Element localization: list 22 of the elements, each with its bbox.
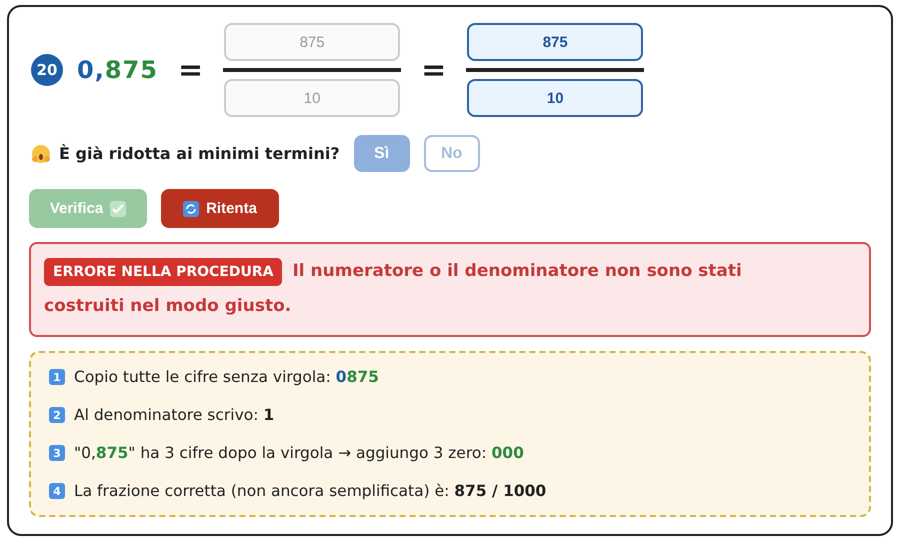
retry-button[interactable]: Ritenta [161, 189, 279, 228]
step-number-icon: 4 [49, 483, 65, 499]
step-text: La frazione corretta (non ancora semplificata) è: 875 / 1000 [74, 481, 546, 501]
exercise-number: 20 [31, 54, 63, 86]
answer-option[interactable]: No [424, 135, 480, 172]
step-text: Al denominatore scrivo: 1 [74, 405, 274, 425]
question-text: È già ridotta ai minimi termini? [59, 144, 340, 163]
equals-sign: = [421, 52, 446, 88]
equals-sign: = [178, 52, 204, 88]
step-text: "0,875" ha 3 cifre dopo la virgola → aggiungo 3 zero: 000 [74, 443, 524, 463]
decimal-number: 0,875 [77, 56, 158, 84]
numerator-field[interactable]: 875 [467, 23, 644, 61]
step-text: Copio tutte le cifre senza virgola: 0875 [74, 367, 379, 387]
denominator-field[interactable]: 10 [467, 79, 644, 117]
error-message: ERRORE NELLA PROCEDURA Il numeratore o il denominatore non sono stati costruiti nel modo giusto. [44, 254, 856, 323]
answer-option[interactable]: Sì [354, 135, 410, 172]
emoji-icon [31, 144, 51, 164]
step-number-icon: 2 [49, 407, 65, 423]
refresh-icon [183, 200, 200, 216]
step-number-icon: 3 [49, 445, 65, 461]
step-number-icon: 1 [49, 369, 65, 385]
checkmark-icon [110, 200, 126, 216]
